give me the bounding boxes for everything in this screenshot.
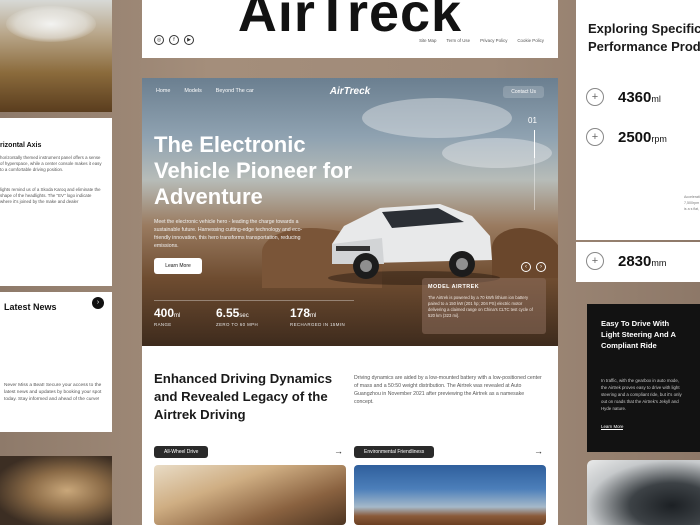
hero-section: Home Models Beyond The car AirTreck Cont… bbox=[142, 78, 558, 346]
stat-recharge: 178ml RECHARGED IN 15MIN bbox=[290, 306, 346, 327]
spec-wheelbase: + 2830mm bbox=[586, 252, 666, 270]
easy-drive-card: Easy To Drive With Light Steering And A … bbox=[587, 304, 700, 452]
stat-zero-to-60: 6.55sec ZERO TO 60 MPH bbox=[216, 306, 259, 327]
spec-wheelbase-panel: + 2830mm bbox=[576, 242, 700, 282]
performance-sidetext: Acceleration 7,500rpm it is a s flat, st bbox=[684, 195, 700, 211]
easy-drive-text: In traffic, with the gearbox in auto mod… bbox=[601, 378, 682, 411]
model-title: MODEL AIRTREK bbox=[428, 284, 480, 290]
left-axis-text-2: lights remind us of a Skoda Karoq and el… bbox=[0, 187, 101, 204]
instagram-icon[interactable]: ◎ bbox=[154, 35, 164, 45]
environmental-image bbox=[354, 465, 546, 525]
right-bottom-car-image bbox=[587, 460, 700, 525]
plus-icon[interactable]: + bbox=[586, 252, 604, 270]
plus-icon[interactable]: + bbox=[586, 128, 604, 146]
link-term-of-use[interactable]: Term of Use bbox=[446, 38, 470, 43]
model-info-box: MODEL AIRTREK The Airtrek is powered by … bbox=[422, 278, 546, 334]
spec-length: + 4360ml bbox=[586, 88, 661, 106]
performance-panel: Exploring Specific Performance Prod + 436… bbox=[576, 0, 700, 240]
driving-dynamics-section: Enhanced Driving Dynamics and Revealed L… bbox=[142, 346, 558, 525]
section-description: Driving dynamics are aided by a low-moun… bbox=[354, 375, 542, 405]
car-image bbox=[328, 204, 500, 285]
arrow-right-icon[interactable]: → bbox=[334, 446, 343, 456]
slide-number: 01 bbox=[528, 116, 537, 125]
tag-all-wheel-drive[interactable]: All-Wheel Drive bbox=[154, 446, 209, 458]
youtube-icon[interactable]: ▶ bbox=[184, 35, 194, 45]
footer-card: AirTreck ◎ f ▶ Site Map Term of Use Priv… bbox=[142, 0, 558, 58]
facebook-icon[interactable]: f bbox=[169, 35, 179, 45]
performance-heading: Exploring Specific Performance Prod bbox=[588, 21, 700, 54]
next-arrow-icon[interactable]: › bbox=[536, 262, 546, 272]
latest-news-title: Latest News bbox=[4, 302, 57, 312]
link-site-map[interactable]: Site Map bbox=[419, 38, 436, 43]
plus-icon[interactable]: + bbox=[586, 88, 604, 106]
left-axis-heading: rizontal Axis bbox=[0, 142, 42, 149]
arrow-right-icon[interactable]: → bbox=[534, 446, 543, 456]
link-cookie-policy[interactable]: Cookie Policy bbox=[517, 38, 544, 43]
stat-range: 400ml RANGE bbox=[154, 306, 181, 327]
easy-drive-title: Easy To Drive With Light Steering And A … bbox=[601, 319, 676, 350]
prev-arrow-icon[interactable]: ‹ bbox=[521, 262, 531, 272]
latest-news-panel: Latest News › Never Miss a Beat! Secure … bbox=[0, 292, 112, 432]
left-axis-text-1: horizontally themed instrument panel off… bbox=[0, 155, 102, 172]
hero-description: Meet the electronic vehicle hero - leadi… bbox=[154, 219, 303, 249]
learn-more-button[interactable]: Learn More bbox=[154, 258, 202, 274]
latest-news-arrow-button[interactable]: › bbox=[92, 297, 104, 309]
all-wheel-drive-image bbox=[154, 465, 346, 525]
slide-progress bbox=[534, 130, 535, 210]
tag-environmental-friendliness[interactable]: Environmental Friendliness bbox=[354, 446, 435, 458]
model-description: The Airtrek is powered by a 70 kWh lithi… bbox=[428, 295, 533, 318]
contact-us-button[interactable]: Contact Us bbox=[503, 86, 544, 98]
brand-logo[interactable]: AirTreck bbox=[142, 86, 558, 97]
link-privacy-policy[interactable]: Privacy Policy bbox=[480, 38, 507, 43]
easy-drive-learn-more[interactable]: Learn More bbox=[601, 424, 624, 430]
left-axis-panel: rizontal Axis horizontally themed instru… bbox=[0, 118, 112, 286]
spec-rpm: + 2500rpm bbox=[586, 128, 667, 146]
left-top-image bbox=[0, 0, 112, 112]
latest-news-text: Never Miss a Beat! Secure your access to… bbox=[4, 383, 102, 402]
left-bottom-image bbox=[0, 456, 112, 525]
section-heading: Enhanced Driving Dynamics and Revealed L… bbox=[154, 371, 333, 422]
